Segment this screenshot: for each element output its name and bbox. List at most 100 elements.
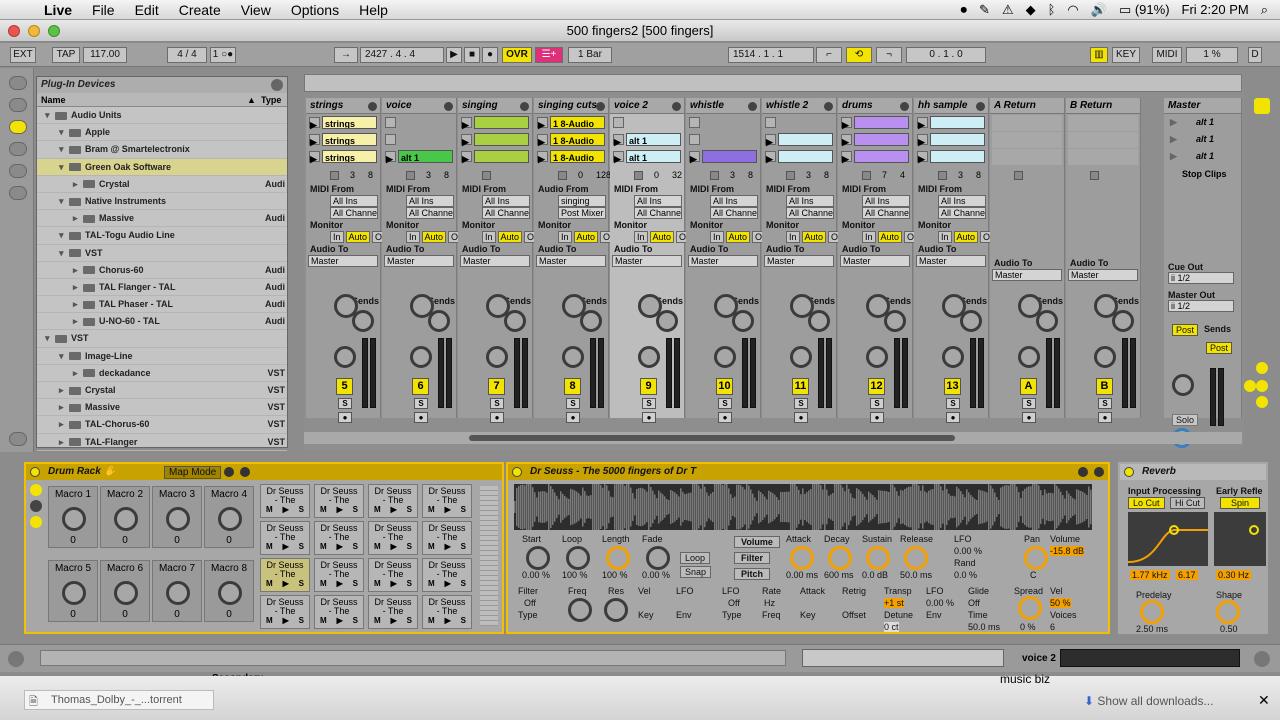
pan-knob[interactable] xyxy=(866,346,888,368)
track-menu-icon[interactable] xyxy=(748,102,757,111)
input-channel-select[interactable]: All Channe xyxy=(406,207,454,219)
loop-start-field[interactable]: 1514 . 1 . 1 xyxy=(728,47,814,63)
macro-knob-3[interactable]: Macro 3 0 xyxy=(152,486,202,548)
snap-button[interactable]: Snap xyxy=(680,566,712,578)
drum-pad[interactable]: Dr Seuss - The M ▶ S xyxy=(314,484,364,518)
disclosure-triangle-icon[interactable]: ▸ xyxy=(59,416,69,433)
solo-button[interactable]: S xyxy=(870,398,884,409)
macro-dial[interactable] xyxy=(166,507,190,531)
pad-solo-button[interactable]: S xyxy=(353,505,358,514)
clip-slot[interactable]: ▶ xyxy=(840,115,910,131)
clip-slot[interactable] xyxy=(1068,115,1138,131)
scene-launch[interactable]: ▶ alt 1 xyxy=(1166,115,1239,131)
clip[interactable] xyxy=(474,150,529,163)
pad-play-icon[interactable]: ▶ xyxy=(445,542,451,551)
pitch-tab[interactable]: Pitch xyxy=(734,568,771,580)
lo-cut-button[interactable]: Lo Cut xyxy=(1128,497,1165,509)
input-channel-select[interactable]: All Channe xyxy=(710,207,758,219)
midi-map-button[interactable]: MIDI xyxy=(1152,47,1182,63)
clip-stop-icon[interactable] xyxy=(385,134,396,145)
pad-play-icon[interactable]: ▶ xyxy=(391,505,397,514)
track-menu-icon[interactable] xyxy=(444,102,453,111)
decay-knob[interactable] xyxy=(828,546,852,570)
track-header[interactable]: whistle 2 xyxy=(762,98,836,114)
returns-toggle-icon[interactable] xyxy=(1256,380,1268,392)
pad-mute-button[interactable]: M xyxy=(374,579,381,588)
stop-button-icon[interactable] xyxy=(482,171,491,180)
monitor-in-button[interactable]: In xyxy=(938,231,952,243)
macro-dial[interactable] xyxy=(166,581,190,605)
clip[interactable] xyxy=(778,150,833,163)
menu-options[interactable]: Options xyxy=(281,2,349,18)
disclosure-triangle-icon[interactable]: ▾ xyxy=(59,141,69,158)
pad-mute-button[interactable]: M xyxy=(320,616,327,625)
mixer-toggle-icon[interactable] xyxy=(1256,396,1268,408)
pad-mute-button[interactable]: M xyxy=(320,505,327,514)
drum-pad[interactable]: Dr Seuss - The M ▶ S xyxy=(422,484,472,518)
arm-button[interactable]: ● xyxy=(490,412,504,423)
pad-mute-button[interactable]: M xyxy=(374,542,381,551)
spin-rate-field[interactable]: 0.30 Hz xyxy=(1216,570,1252,580)
pad-solo-button[interactable]: S xyxy=(407,542,412,551)
clip-play-icon[interactable]: ▶ xyxy=(841,134,852,147)
disclosure-triangle-icon[interactable]: ▸ xyxy=(59,399,69,416)
solo-button[interactable]: S xyxy=(414,398,428,409)
map-mode-button[interactable]: Map Mode xyxy=(164,466,222,479)
browser-item[interactable]: ▸ deckadance VST xyxy=(37,365,287,382)
disclosure-triangle-icon[interactable]: ▾ xyxy=(45,330,55,347)
send-b-knob[interactable] xyxy=(732,310,754,332)
browser-options-icon[interactable] xyxy=(271,79,283,91)
stop-clips-button[interactable]: Stop Clips xyxy=(1164,169,1241,179)
overdub-button[interactable]: OVR xyxy=(502,47,532,63)
follow-arrow-icon[interactable]: → xyxy=(334,47,358,63)
track-activator-button[interactable]: A xyxy=(1020,378,1037,395)
browser-item[interactable]: ▸ Crystal VST xyxy=(37,382,287,400)
pan-knob[interactable] xyxy=(1018,346,1040,368)
browser-icon-5[interactable] xyxy=(9,186,27,200)
clip-slot[interactable]: ▶ xyxy=(688,149,758,165)
scroll-thumb[interactable] xyxy=(469,435,955,441)
monitor-in-button[interactable]: In xyxy=(406,231,420,243)
clip-slot[interactable] xyxy=(992,115,1062,131)
input-type-select[interactable]: All Ins xyxy=(330,195,378,207)
ext-sync-button[interactable]: EXT xyxy=(10,47,36,63)
simpler-save-icon[interactable] xyxy=(1094,467,1104,477)
track-header[interactable]: B Return xyxy=(1066,98,1140,114)
tempo-field[interactable]: 117.00 xyxy=(83,47,127,63)
solo-button[interactable]: S xyxy=(946,398,960,409)
monitor-auto-button[interactable]: Auto xyxy=(649,231,675,243)
disclosure-triangle-icon[interactable]: ▸ xyxy=(73,176,83,193)
track-activator-button[interactable]: 12 xyxy=(868,378,885,395)
predelay-knob[interactable] xyxy=(1140,600,1164,624)
monitor-in-button[interactable]: In xyxy=(862,231,876,243)
close-downloads-icon[interactable]: ✕ xyxy=(1258,692,1270,709)
filter-res-knob[interactable] xyxy=(604,598,628,622)
pad-solo-button[interactable]: S xyxy=(299,505,304,514)
solo-button[interactable]: S xyxy=(1098,398,1112,409)
track-menu-icon[interactable] xyxy=(520,102,529,111)
pitch-spread-val[interactable]: 0 % xyxy=(1020,622,1036,632)
browser-item[interactable]: ▸ TAL Flanger - TAL Audi xyxy=(37,279,287,297)
loop-length-field[interactable]: 0 . 1 . 0 xyxy=(906,47,986,63)
browser-item[interactable]: ▾ Green Oak Software xyxy=(37,158,287,176)
pad-mute-button[interactable]: M xyxy=(320,542,327,551)
disclosure-triangle-icon[interactable]: ▸ xyxy=(59,434,69,451)
hotswap-icon[interactable] xyxy=(9,432,27,446)
loop-switch-icon[interactable]: ⟲ xyxy=(846,47,872,63)
pitch-vel-val[interactable]: 50 % xyxy=(1050,598,1071,608)
solo-button[interactable]: S xyxy=(718,398,732,409)
filter-curve-display[interactable] xyxy=(1127,512,1208,566)
clip[interactable]: 1 8-Audio xyxy=(550,116,605,129)
clip[interactable]: 1 8-Audio xyxy=(550,150,605,163)
send-b-knob[interactable] xyxy=(656,310,678,332)
stop-button-icon[interactable] xyxy=(1090,171,1099,180)
rack-show-pads-icon[interactable] xyxy=(30,516,42,528)
pad-play-icon[interactable]: ▶ xyxy=(445,579,451,588)
clip-stop-icon[interactable] xyxy=(765,117,776,128)
pan-knob[interactable] xyxy=(562,346,584,368)
pan-knob[interactable] xyxy=(486,346,508,368)
solo-button[interactable]: S xyxy=(490,398,504,409)
pad-mute-button[interactable]: M xyxy=(428,505,435,514)
clip[interactable] xyxy=(854,150,909,163)
pad-solo-button[interactable]: S xyxy=(407,616,412,625)
